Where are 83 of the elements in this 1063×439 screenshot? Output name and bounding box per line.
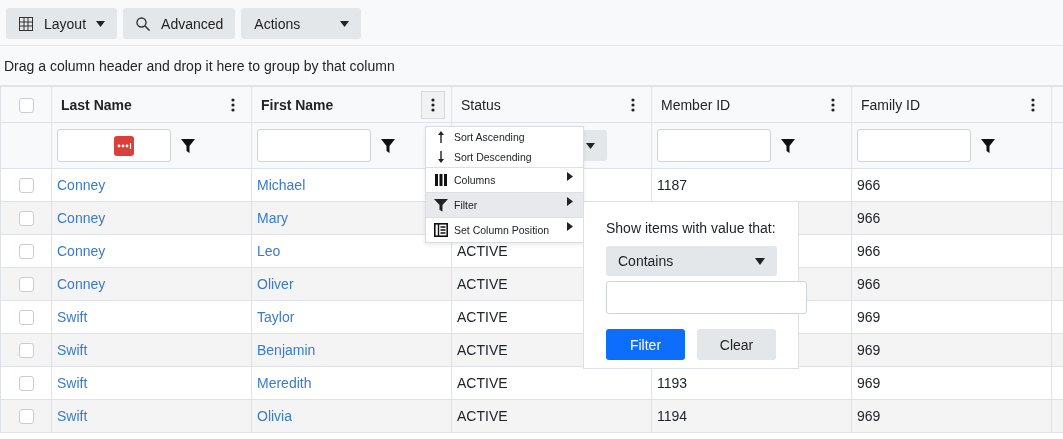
filter-button[interactable]: Filter — [606, 329, 685, 360]
name-link[interactable]: Conney — [57, 210, 106, 226]
name-link[interactable]: Conney — [57, 243, 106, 259]
name-link[interactable]: Olivia — [257, 408, 292, 424]
name-link[interactable]: Taylor — [257, 309, 295, 325]
menu-item[interactable]: Filter — [426, 192, 583, 217]
kebab-icon — [631, 97, 635, 112]
caret-icon — [96, 20, 106, 27]
table-cell: 969 — [857, 375, 881, 391]
row-checkbox[interactable] — [18, 244, 34, 260]
table-cell: 966 — [857, 210, 881, 226]
name-link[interactable]: Michael — [257, 177, 306, 193]
row-checkbox[interactable] — [18, 310, 34, 326]
kebab-icon — [431, 97, 435, 112]
filter-icon — [434, 198, 448, 212]
row-checkbox[interactable] — [18, 178, 34, 194]
clear-button[interactable]: Clear — [697, 329, 776, 360]
name-link[interactable]: Leo — [257, 243, 281, 259]
toolbar-button[interactable]: Layout — [6, 8, 118, 39]
table-cell: ACTIVE — [457, 309, 508, 325]
table-cell: ACTIVE — [457, 408, 508, 424]
columns-icon — [434, 173, 448, 187]
filter-value-input[interactable] — [606, 281, 807, 314]
filter-icon[interactable] — [781, 138, 795, 153]
search-icon — [135, 15, 152, 32]
name-link[interactable]: Mary — [257, 210, 289, 226]
row-checkbox[interactable] — [18, 211, 34, 227]
column-header[interactable]: Status — [461, 96, 501, 113]
table-cell: 1193 — [657, 375, 688, 391]
filter-input[interactable] — [857, 129, 971, 162]
list-icon — [434, 223, 448, 237]
name-link[interactable]: Swift — [57, 408, 88, 424]
kebab-icon — [831, 97, 835, 112]
column-menu-button[interactable] — [421, 90, 445, 119]
filter-icon[interactable] — [381, 138, 395, 153]
column-header[interactable]: Last Name — [61, 96, 132, 113]
table-cell: 966 — [857, 177, 881, 193]
table-cell: ACTIVE — [457, 342, 508, 358]
toolbar-button[interactable]: Actions — [241, 8, 362, 39]
name-link[interactable]: Benjamin — [257, 342, 316, 358]
name-link[interactable]: Conney — [57, 177, 106, 193]
column-header[interactable]: Family ID — [861, 96, 921, 113]
filter-input[interactable] — [57, 129, 171, 162]
row-checkbox[interactable] — [18, 277, 34, 293]
name-link[interactable]: Swift — [57, 375, 88, 391]
row-checkbox[interactable] — [18, 343, 34, 359]
column-header[interactable]: First Name — [261, 96, 334, 113]
filter-prompt: Show items with value that: — [606, 220, 776, 236]
filter-icon[interactable] — [181, 138, 195, 153]
caret-icon — [340, 20, 350, 27]
caret-icon — [755, 257, 765, 265]
caret-icon — [586, 142, 595, 149]
filter-input[interactable] — [257, 129, 371, 162]
column-header[interactable]: Member ID — [661, 96, 731, 113]
select-all-checkbox[interactable] — [18, 97, 34, 113]
table-cell: 1194 — [657, 408, 688, 424]
name-link[interactable]: Oliver — [257, 276, 294, 292]
filter-icon[interactable] — [981, 138, 995, 153]
table-cell: ACTIVE — [457, 243, 508, 259]
row-checkbox[interactable] — [18, 409, 34, 425]
menu-item[interactable]: Sort Ascending — [426, 127, 583, 147]
table-cell: 966 — [857, 243, 881, 259]
table-cell: 966 — [857, 276, 881, 292]
row-checkbox[interactable] — [18, 376, 34, 392]
table-cell: ACTIVE — [457, 375, 508, 391]
name-link[interactable]: Conney — [57, 276, 106, 292]
name-link[interactable]: Swift — [57, 342, 88, 358]
table-cell: 969 — [857, 408, 881, 424]
name-link[interactable]: Meredith — [257, 375, 312, 391]
menu-item[interactable]: Sort Descending — [426, 147, 583, 167]
name-link[interactable]: Swift — [57, 309, 88, 325]
toolbar-button[interactable]: Advanced — [123, 8, 236, 39]
table-cell: 969 — [857, 342, 881, 358]
menu-item[interactable]: Set Column Position — [426, 217, 583, 242]
operator-dropdown[interactable]: Contains — [606, 246, 777, 276]
grid-icon — [18, 15, 34, 32]
table-cell: ACTIVE — [457, 276, 508, 292]
filter-input[interactable] — [657, 129, 771, 162]
kebab-icon — [231, 97, 235, 112]
kebab-icon — [1031, 97, 1035, 112]
table-cell: 969 — [857, 309, 881, 325]
group-panel-hint: Drag a column header and drop it here to group by that column — [4, 57, 395, 74]
table-cell: 1187 — [657, 177, 688, 193]
